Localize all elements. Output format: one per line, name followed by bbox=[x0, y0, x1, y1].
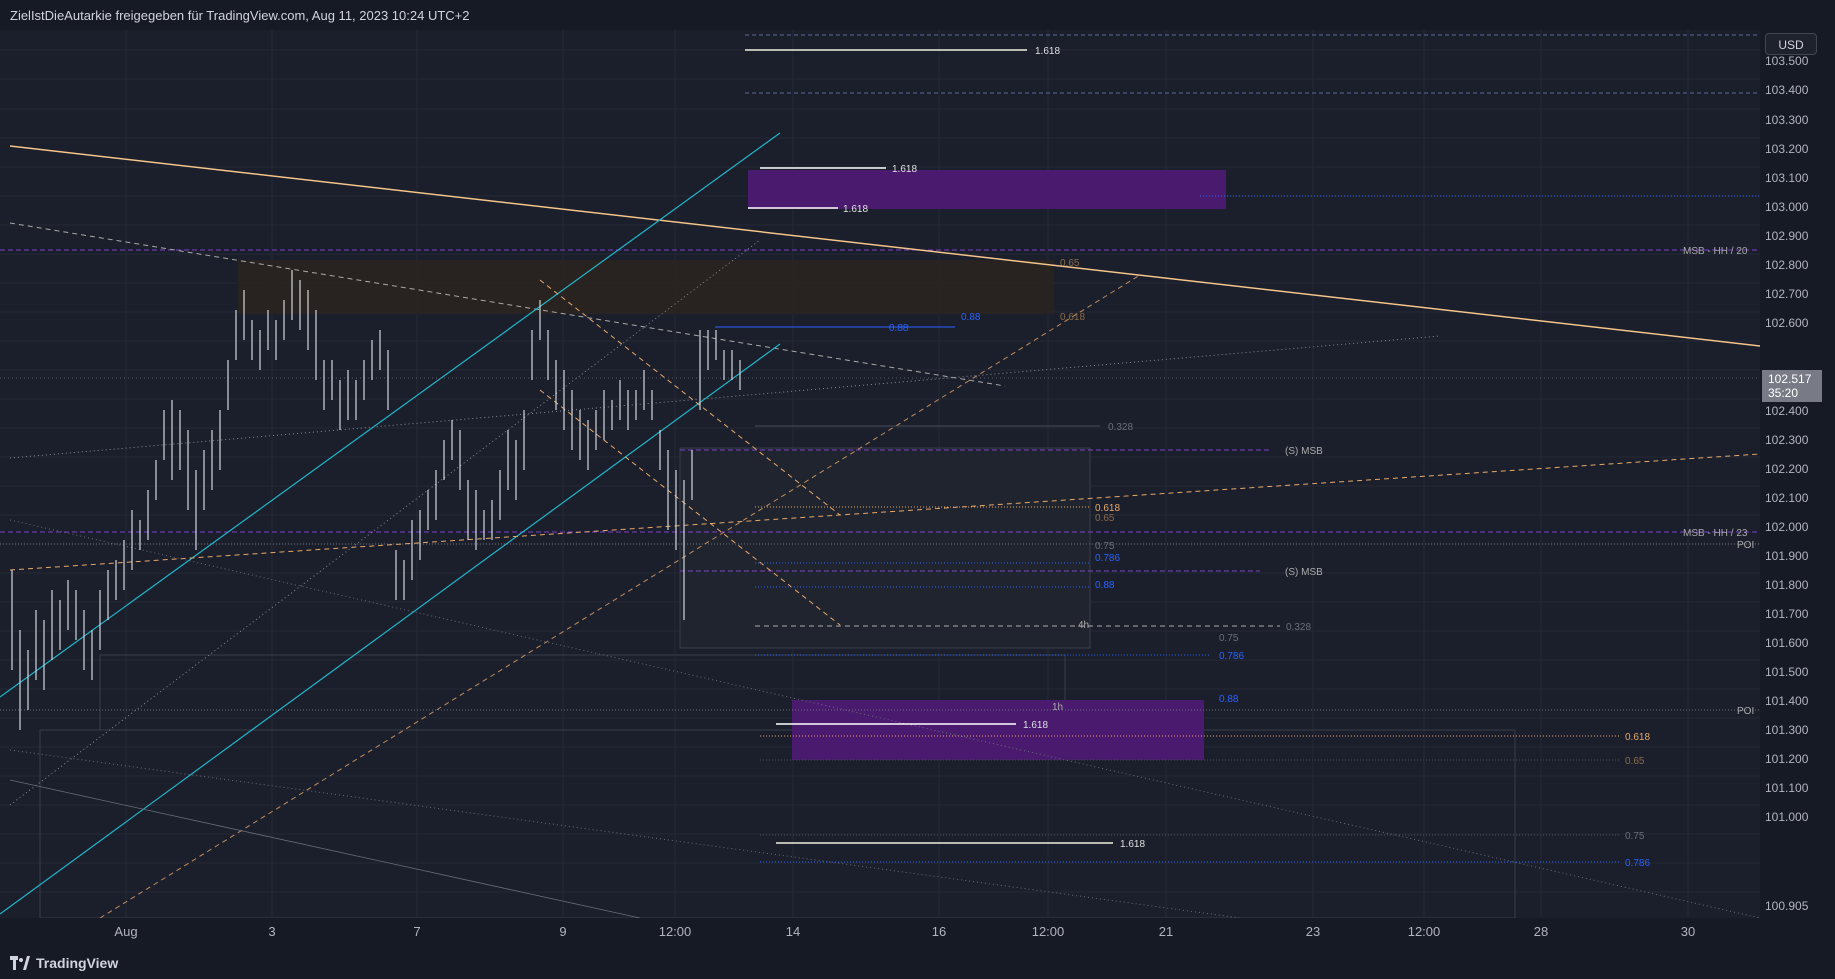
time-tick: Aug bbox=[114, 924, 137, 939]
price-tick: 103.400 bbox=[1765, 83, 1809, 97]
label-smsb-a: (S) MSB bbox=[1285, 446, 1323, 457]
time-tick: 30 bbox=[1681, 924, 1695, 939]
time-tick: 3 bbox=[268, 924, 275, 939]
label-fib-065-mid: 0.65 bbox=[1095, 513, 1115, 524]
purple-zone-upper[interactable] bbox=[748, 170, 1226, 209]
price-tick: 101.700 bbox=[1765, 607, 1809, 621]
chart-header: ZielIstDieAutarkie freigegeben für Tradi… bbox=[0, 0, 1835, 30]
time-tick: 16 bbox=[932, 924, 946, 939]
time-axis[interactable]: Aug 3 7 9 12:00 14 16 12:00 21 23 12:00 … bbox=[0, 918, 1760, 946]
dotted-rising-line-b bbox=[9, 239, 761, 806]
label-fib-075-mid: 0.75 bbox=[1095, 541, 1115, 552]
time-tick: 28 bbox=[1534, 924, 1548, 939]
label-fib-065-right: 0.65 bbox=[1625, 756, 1645, 767]
price-tick: 101.800 bbox=[1765, 578, 1809, 592]
label-fib-088-b: 0.88 bbox=[961, 312, 981, 323]
price-tick: 101.300 bbox=[1765, 723, 1809, 737]
price-tick: 103.200 bbox=[1765, 142, 1809, 156]
label-fib-1618-c: 1.618 bbox=[843, 204, 868, 215]
price-axis-ticks: 103.500 103.400 103.300 103.200 103.100 … bbox=[1765, 54, 1809, 913]
time-tick: 7 bbox=[413, 924, 420, 939]
price-tick: 101.100 bbox=[1765, 781, 1809, 795]
price-tick: 100.905 bbox=[1765, 899, 1809, 913]
channel-lower[interactable] bbox=[0, 343, 781, 915]
chart-canvas[interactable]: 1.618 1.618 1.618 1.618 1.618 0.88 0.88 … bbox=[0, 28, 1761, 919]
label-msb-hh23: MSB - HH / 23 bbox=[1683, 528, 1748, 539]
label-fib-088-a: 0.88 bbox=[889, 323, 909, 334]
time-tick: 12:00 bbox=[1032, 924, 1065, 939]
chart-area[interactable]: 1.618 1.618 1.618 1.618 1.618 0.88 0.88 … bbox=[0, 28, 1761, 919]
label-4h: 4h bbox=[1078, 620, 1089, 631]
label-msb-hh20: MSB - HH / 20 bbox=[1683, 246, 1748, 257]
price-tick: 101.900 bbox=[1765, 549, 1809, 563]
purple-zone-lower[interactable] bbox=[792, 700, 1204, 760]
time-tick: 21 bbox=[1159, 924, 1173, 939]
label-fib-1618-a: 1.618 bbox=[1035, 46, 1060, 57]
price-tick: 102.700 bbox=[1765, 287, 1809, 301]
label-fib-0786-low: 0.786 bbox=[1219, 651, 1244, 662]
price-tick: 102.000 bbox=[1765, 520, 1809, 534]
label-1h: 1h bbox=[1052, 702, 1063, 713]
footer-brand: TradingView bbox=[36, 954, 119, 971]
channel-upper[interactable] bbox=[0, 132, 781, 698]
label-fib-065-top: 0.65 bbox=[1060, 258, 1080, 269]
range-box-b[interactable] bbox=[39, 729, 1516, 919]
current-price-countdown: 35:20 bbox=[1768, 386, 1799, 400]
label-fib-075-right: 0.75 bbox=[1625, 831, 1645, 842]
chart-title: ZielIstDieAutarkie freigegeben für Tradi… bbox=[10, 7, 470, 23]
price-tick: 101.600 bbox=[1765, 636, 1809, 650]
price-tick: 102.200 bbox=[1765, 462, 1809, 476]
tradingview-logo-icon bbox=[10, 955, 30, 970]
current-price-value: 102.517 bbox=[1768, 372, 1812, 386]
label-fib-088-mid: 0.88 bbox=[1095, 580, 1115, 591]
label-fib-075-low: 0.75 bbox=[1219, 633, 1239, 644]
price-tick: 102.300 bbox=[1765, 433, 1809, 447]
price-tick: 102.900 bbox=[1765, 229, 1809, 243]
current-price-tag: 102.517 35:20 bbox=[1762, 370, 1822, 402]
time-tick: 23 bbox=[1306, 924, 1320, 939]
label-fib-0618-top: 0.618 bbox=[1060, 312, 1085, 323]
time-axis-ticks: Aug 3 7 9 12:00 14 16 12:00 21 23 12:00 … bbox=[114, 924, 1695, 939]
price-tick: 103.100 bbox=[1765, 171, 1809, 185]
label-fib-088-low: 0.88 bbox=[1219, 694, 1239, 705]
price-tick: 103.300 bbox=[1765, 113, 1809, 127]
price-tick: 101.500 bbox=[1765, 665, 1809, 679]
label-fib-0328-a: 0.328 bbox=[1108, 422, 1133, 433]
label-fib-1618-b: 1.618 bbox=[892, 164, 917, 175]
dotted-fall-c bbox=[9, 779, 641, 919]
time-tick: 14 bbox=[786, 924, 800, 939]
currency-button[interactable]: USD bbox=[1765, 33, 1817, 55]
price-tick: 103.500 bbox=[1765, 54, 1809, 68]
supply-zone[interactable] bbox=[238, 260, 1054, 314]
time-tick: 12:00 bbox=[1408, 924, 1441, 939]
price-tick: 101.200 bbox=[1765, 752, 1809, 766]
price-tick: 102.600 bbox=[1765, 316, 1809, 330]
label-poi-b: POI bbox=[1737, 706, 1754, 717]
price-tick: 101.400 bbox=[1765, 694, 1809, 708]
price-tick: 102.100 bbox=[1765, 491, 1809, 505]
label-poi-a: POI bbox=[1737, 540, 1754, 551]
label-fib-1618-e: 1.618 bbox=[1120, 839, 1145, 850]
label-fib-0328-b: 0.328 bbox=[1286, 622, 1311, 633]
time-tick: 12:00 bbox=[659, 924, 692, 939]
dotted-rising-line-a bbox=[9, 335, 1441, 459]
label-smsb-b: (S) MSB bbox=[1285, 567, 1323, 578]
label-fib-0786-right: 0.786 bbox=[1625, 858, 1650, 869]
price-tick: 102.400 bbox=[1765, 404, 1809, 418]
price-tick: 103.000 bbox=[1765, 200, 1809, 214]
label-fib-0618-right: 0.618 bbox=[1625, 732, 1650, 743]
time-tick: 9 bbox=[559, 924, 566, 939]
label-fib-1618-d: 1.618 bbox=[1023, 720, 1048, 731]
price-tick: 101.000 bbox=[1765, 810, 1809, 824]
footer: TradingView bbox=[0, 946, 1835, 979]
axis-corner bbox=[1760, 918, 1835, 946]
price-axis[interactable]: 103.500 103.400 103.300 103.200 103.100 … bbox=[1760, 30, 1835, 918]
label-fib-0786-mid: 0.786 bbox=[1095, 553, 1120, 564]
price-tick: 102.800 bbox=[1765, 258, 1809, 272]
